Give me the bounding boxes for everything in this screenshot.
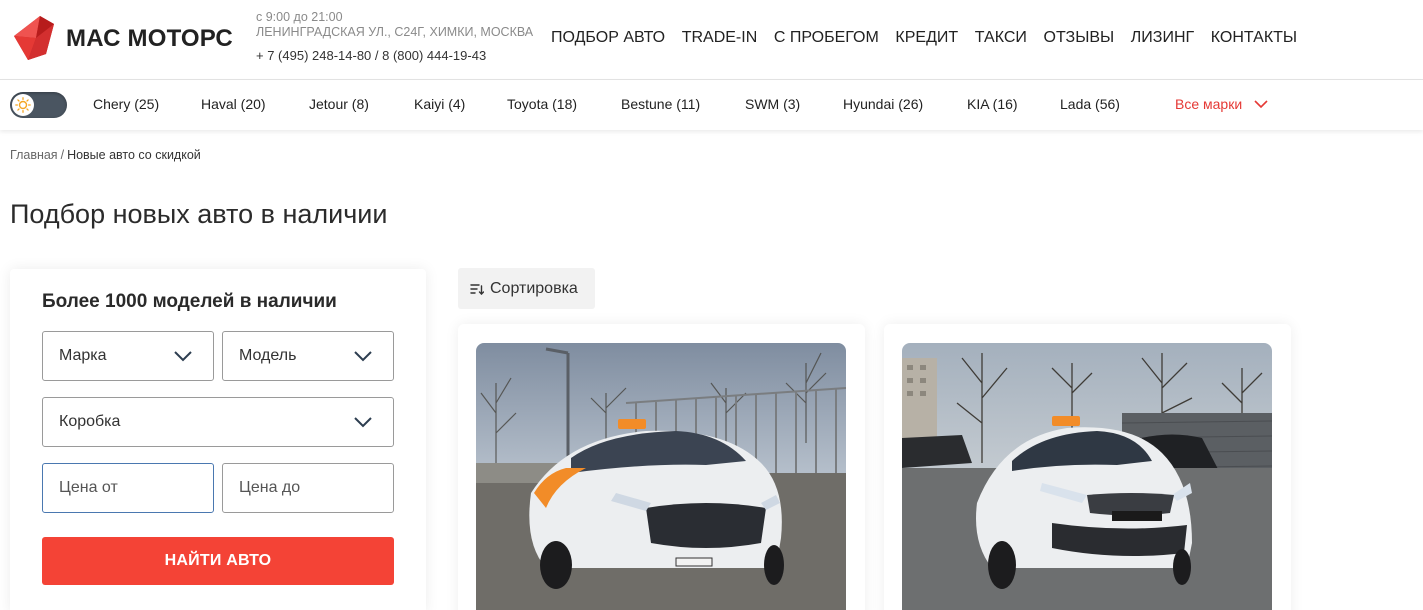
address: ЛЕНИНГРАДСКАЯ УЛ., С24Г, ХИМКИ, МОСКВА (256, 25, 534, 39)
model-select-label: Модель (239, 347, 297, 364)
car-photo[interactable] (902, 343, 1272, 610)
nav-s-probegom[interactable]: С ПРОБЕГОМ (774, 29, 879, 47)
gearbox-select[interactable]: Коробка (42, 397, 394, 447)
breadcrumb-current: Новые авто со скидкой (67, 148, 201, 162)
brand-jetour[interactable]: Jetour (8) (309, 96, 369, 112)
toggle-knob (12, 94, 34, 116)
brand-toyota[interactable]: Toyota (18) (507, 96, 577, 112)
price-from-input[interactable]: Цена от (42, 463, 214, 513)
brand-kaiyi[interactable]: Kaiyi (4) (414, 96, 465, 112)
find-car-button[interactable]: НАЙТИ АВТО (42, 537, 394, 585)
chevron-down-icon (1254, 100, 1268, 109)
logo[interactable]: МАС МОТОРС (10, 14, 233, 62)
sort-label: Сортировка (490, 279, 578, 297)
breadcrumb: Главная / Новые авто со скидкой (10, 148, 201, 162)
main-nav: ПОДБОР АВТО TRADE-IN С ПРОБЕГОМ КРЕДИТ Т… (551, 29, 1314, 47)
car-card[interactable] (458, 324, 865, 610)
car-card[interactable] (884, 324, 1291, 610)
breadcrumb-separator: / (60, 148, 65, 162)
nav-podbor-avto[interactable]: ПОДБОР АВТО (551, 29, 665, 47)
car-photo[interactable] (476, 343, 846, 610)
brand-bar: Chery (25) Haval (20) Jetour (8) Kaiyi (… (0, 80, 1423, 130)
nav-taksi[interactable]: ТАКСИ (975, 29, 1027, 47)
nav-kontakty[interactable]: КОНТАКТЫ (1211, 29, 1297, 47)
filter-title: Более 1000 моделей в наличии (42, 291, 337, 312)
price-from-placeholder: Цена от (59, 479, 118, 496)
nav-lizing[interactable]: ЛИЗИНГ (1131, 29, 1194, 47)
all-brands-label: Все марки (1175, 96, 1243, 112)
site-header: МАС МОТОРС с 9:00 до 21:00 ЛЕНИНГРАДСКАЯ… (0, 0, 1423, 80)
brand-haval[interactable]: Haval (20) (201, 96, 266, 112)
nav-kredit[interactable]: КРЕДИТ (895, 29, 958, 47)
brand-lada[interactable]: Lada (56) (1060, 96, 1120, 112)
all-brands-dropdown[interactable]: Все марки (1175, 96, 1268, 112)
make-select-label: Марка (59, 347, 107, 364)
car-photo-taxi-sedan (902, 343, 1272, 610)
gearbox-select-label: Коробка (59, 413, 121, 430)
car-photo-taxi-sedan (476, 343, 846, 610)
price-to-placeholder: Цена до (239, 479, 301, 496)
nav-trade-in[interactable]: TRADE-IN (682, 29, 758, 47)
nav-otzyvy[interactable]: ОТЗЫВЫ (1044, 29, 1115, 47)
brand-swm[interactable]: SWM (3) (745, 96, 800, 112)
contact-info: с 9:00 до 21:00 ЛЕНИНГРАДСКАЯ УЛ., С24Г,… (256, 10, 546, 63)
make-select[interactable]: Марка (42, 331, 214, 381)
logo-icon (14, 16, 54, 60)
working-hours: с 9:00 до 21:00 (256, 10, 343, 24)
model-select[interactable]: Модель (222, 331, 394, 381)
chevron-down-icon (174, 351, 192, 362)
page-title: Подбор новых авто в наличии (10, 199, 388, 229)
sort-button[interactable]: Сортировка (458, 268, 595, 309)
chevron-down-icon (354, 417, 372, 428)
theme-toggle[interactable] (10, 92, 67, 118)
price-to-input[interactable]: Цена до (222, 463, 394, 513)
phone-numbers[interactable]: + 7 (495) 248-14-80 / 8 (800) 444-19-43 (256, 48, 546, 63)
breadcrumb-home[interactable]: Главная (10, 148, 58, 162)
logo-text: МАС МОТОРС (66, 25, 233, 52)
sun-icon (15, 97, 31, 113)
brand-chery[interactable]: Chery (25) (93, 96, 159, 112)
brand-bestune[interactable]: Bestune (11) (621, 96, 700, 112)
brand-hyundai[interactable]: Hyundai (26) (843, 96, 923, 112)
sort-icon (470, 283, 484, 295)
filter-panel: Более 1000 моделей в наличии Марка Модел… (10, 269, 426, 610)
chevron-down-icon (354, 351, 372, 362)
brand-kia[interactable]: KIA (16) (967, 96, 1018, 112)
